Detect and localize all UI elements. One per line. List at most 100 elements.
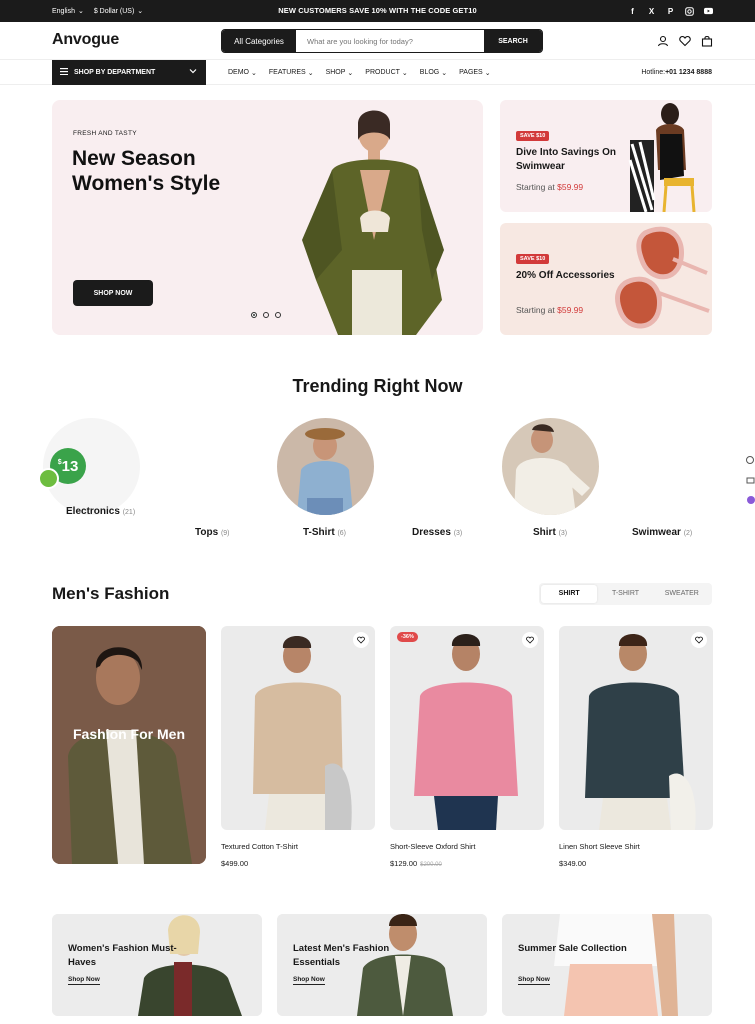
save-badge: SAVE $10 (516, 131, 550, 141)
heart-icon[interactable] (353, 632, 369, 648)
fashion-for-men-card[interactable]: Fashion For Men (52, 626, 206, 864)
menu-icon (60, 68, 68, 77)
banner-womens-fashion[interactable]: Women's Fashion Must-Haves Shop Now (52, 914, 262, 1016)
linen-shirt-product-image (585, 634, 696, 830)
tab-shirt[interactable]: SHIRT (541, 585, 598, 603)
feature-card-label: Fashion For Men (73, 726, 185, 742)
slider-dots (251, 312, 281, 318)
product-name[interactable]: Short-Sleeve Oxford Shirt (390, 842, 544, 851)
shop-now-link[interactable]: Shop Now (68, 976, 100, 985)
category-tshirt-image[interactable] (277, 418, 374, 515)
shop-now-link[interactable]: Shop Now (518, 976, 550, 985)
category-label-tshirt[interactable]: T-Shirt (6) (303, 527, 346, 538)
side-toolbar (745, 452, 755, 504)
menu-item-shop[interactable]: SHOP ⌄ (326, 69, 354, 77)
shop-now-button[interactable]: SHOP NOW (73, 280, 153, 306)
product-card[interactable]: Linen Short Sleeve Shirt $349.00 (559, 626, 713, 868)
menu-item-product[interactable]: PRODUCT ⌄ (365, 69, 408, 77)
product-name[interactable]: Textured Cotton T-Shirt (221, 842, 375, 851)
trending-title: Trending Right Now (292, 376, 463, 396)
section-title: Men's Fashion (52, 584, 170, 603)
category-label-tops[interactable]: Tops (9) (195, 527, 230, 538)
menu-item-demo[interactable]: DEMO ⌄ (228, 69, 257, 77)
cart-icon[interactable] (745, 472, 755, 484)
heart-icon[interactable] (679, 34, 691, 47)
heart-icon[interactable] (691, 632, 707, 648)
facebook-icon[interactable]: f (628, 7, 637, 16)
search-bar: All Categories SEARCH (221, 29, 543, 53)
shirt-model-image (514, 424, 590, 515)
hotline-number[interactable]: +01 1234 8888 (665, 69, 712, 76)
banner-summer-sale[interactable]: Summer Sale Collection Shop Now (502, 914, 712, 1016)
menu-item-features[interactable]: FEATURES ⌄ (269, 69, 314, 77)
slider-dot-2[interactable] (263, 312, 269, 318)
bag-icon[interactable] (701, 34, 713, 47)
product-image[interactable] (221, 626, 375, 830)
theme-icon[interactable] (745, 492, 755, 504)
youtube-icon[interactable] (704, 7, 713, 16)
heart-icon[interactable] (522, 632, 538, 648)
instagram-icon[interactable] (685, 6, 694, 16)
product-price: $349.00 (559, 859, 587, 868)
old-price: $200.00 (420, 862, 442, 868)
category-select[interactable]: All Categories (222, 30, 296, 52)
logo[interactable]: Anvogue (52, 31, 119, 49)
category-label-dresses[interactable]: Dresses (3) (412, 527, 462, 538)
banner-title: Women's Fashion Must-Haves (68, 943, 177, 968)
product-price: $499.00 (221, 859, 249, 868)
banner-mens-fashion[interactable]: Latest Men's Fashion Essentials Shop Now (277, 914, 487, 1016)
slider-dot-3[interactable] (275, 312, 281, 318)
chevron-down-icon: ⌄ (347, 69, 354, 77)
discount-badge: -36% (397, 632, 418, 642)
hero-eyebrow: FRESH AND TASTY (73, 130, 137, 137)
menu-item-blog[interactable]: BLOG ⌄ (420, 69, 447, 77)
hero-slider: FRESH AND TASTY New Season Women's Style… (52, 100, 483, 335)
x-icon[interactable]: X (647, 7, 656, 16)
main-menu: DEMO ⌄ FEATURES ⌄ SHOP ⌄ PRODUCT ⌄ BLOG ⌄ PAG… (228, 60, 491, 85)
shop-by-department-button[interactable]: SHOP BY DEPARTMENT (52, 60, 206, 85)
banner-title: Summer Sale Collection (518, 943, 627, 954)
shop-now-link[interactable]: Shop Now (293, 976, 325, 985)
user-icon[interactable] (657, 34, 669, 47)
product-card[interactable]: -36% Short-Sleeve Oxford Shirt $129.00 $2… (390, 626, 544, 868)
hero-model-image (302, 110, 444, 335)
category-label-electronics[interactable]: Electronics (21) (66, 506, 135, 517)
promo-card-swimwear[interactable]: SAVE $10 Dive Into Savings On Swimwear S… (500, 100, 712, 212)
oxford-shirt-product-image (414, 634, 518, 830)
chevron-down-icon (189, 68, 197, 76)
category-label-swimwear[interactable]: Swimwear (2) (632, 527, 692, 538)
tab-sweater[interactable]: SWEATER (654, 585, 710, 603)
hotline: Hotline:+01 1234 8888 (641, 69, 712, 76)
menu-item-pages[interactable]: PAGES ⌄ (459, 69, 490, 77)
product-tabs: SHIRT T-SHIRT SWEATER (539, 583, 712, 605)
tab-tshirt[interactable]: T-SHIRT (597, 585, 653, 603)
promo-title: 20% Off Accessories (516, 270, 615, 281)
search-button[interactable]: SEARCH (484, 30, 542, 52)
promo-card-accessories[interactable]: SAVE $10 20% Off Accessories Starting at… (500, 223, 712, 335)
swimwear-image (628, 103, 696, 212)
sunglasses-image (615, 226, 710, 329)
category-shirt-image[interactable] (502, 418, 599, 515)
header: Anvogue All Categories SEARCH (0, 22, 755, 60)
chevron-down-icon: ⌄ (307, 69, 314, 77)
save-badge: SAVE $10 (516, 254, 550, 264)
product-image[interactable] (559, 626, 713, 830)
men-model-image (52, 626, 206, 864)
banner-title: Latest Men's Fashion Essentials (293, 943, 390, 968)
leaf-icon (38, 468, 59, 489)
product-image[interactable]: -36% (390, 626, 544, 830)
pinterest-icon[interactable]: P (666, 7, 675, 16)
product-name[interactable]: Linen Short Sleeve Shirt (559, 842, 713, 851)
product-card[interactable]: Textured Cotton T-Shirt $499.00 (221, 626, 375, 868)
compare-icon[interactable] (745, 452, 755, 464)
product-price: $129.00 $200.00 (390, 859, 442, 868)
top-bar: English ⌄ $ Dollar (US) ⌄ NEW CUSTOMERS SA… (0, 0, 755, 22)
promo-price: Starting at $59.99 (516, 182, 584, 192)
tshirt-model-image (297, 428, 353, 515)
search-input[interactable] (296, 30, 484, 52)
hero-title: New Season Women's Style (72, 147, 221, 195)
slider-dot-1[interactable] (251, 312, 257, 318)
category-label-shirt[interactable]: Shirt (3) (533, 527, 567, 538)
promo-title: Dive Into Savings On Swimwear (516, 147, 617, 172)
chevron-down-icon: ⌄ (251, 69, 257, 77)
